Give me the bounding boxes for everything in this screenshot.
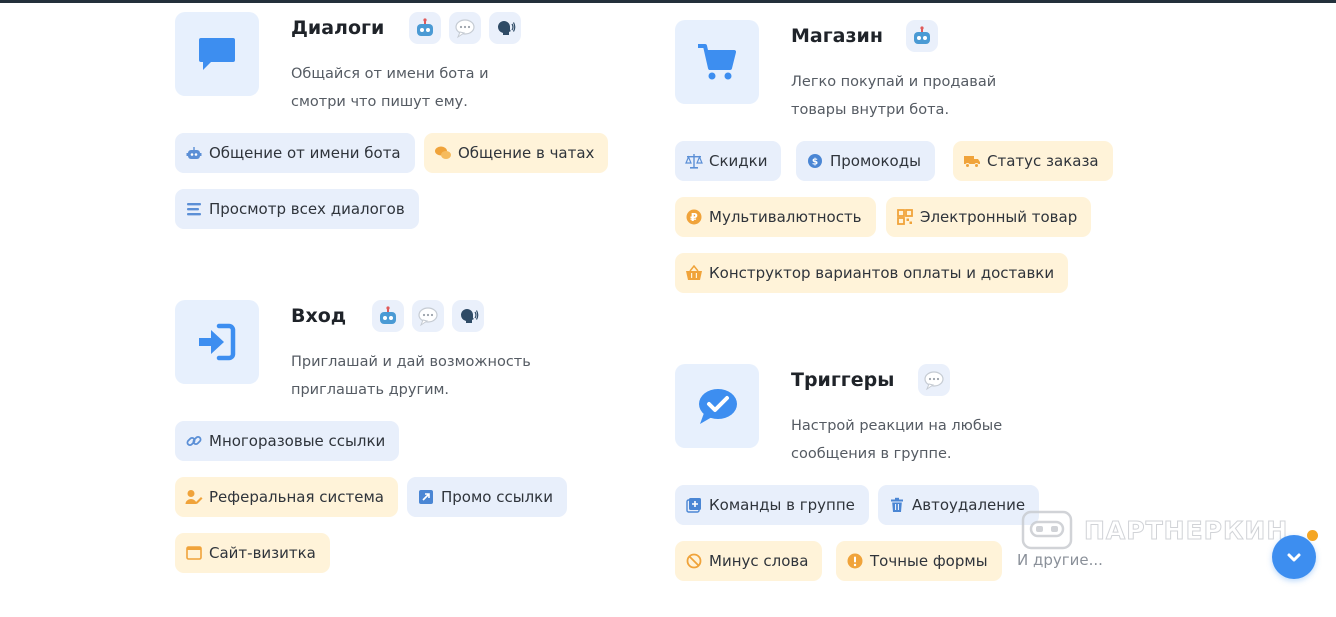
- truck-icon: [963, 152, 981, 170]
- chip-landing-page[interactable]: Сайт-визитка: [175, 533, 330, 573]
- dialogs-title: Диалоги: [291, 17, 385, 39]
- chat-bubble-icon: [449, 12, 481, 44]
- speaking-head-icon: [452, 300, 484, 332]
- chip-discounts[interactable]: Скидки: [675, 141, 782, 181]
- feature-dialogs: Диалоги Общайся от имени бота и смотри ч…: [175, 12, 615, 112]
- scroll-down-button[interactable]: [1272, 535, 1316, 579]
- dialogs-tile: [175, 12, 259, 96]
- plus-box-icon: [685, 496, 703, 514]
- chip-bot-messaging[interactable]: Общение от имени бота: [175, 133, 415, 173]
- notification-dot: [1307, 530, 1318, 541]
- chip-multicurrency[interactable]: ₽ Мультивалютность: [675, 197, 876, 237]
- qr-icon: [896, 208, 914, 226]
- shop-description: Легко покупай и продавай товары внутри б…: [791, 74, 997, 118]
- shop-tile: [675, 20, 759, 104]
- login-tile: [175, 300, 259, 384]
- chip-group-chats[interactable]: Общение в чатах: [424, 133, 609, 173]
- cart-icon: [698, 44, 736, 80]
- user-edit-icon: [185, 488, 203, 506]
- watermark: ПАРТНЕРКИН: [1020, 508, 1288, 552]
- chip-all-dialogs[interactable]: Просмотр всех диалогов: [175, 189, 419, 229]
- chip-referral-system[interactable]: Реферальная система: [175, 477, 398, 517]
- svg-text:₽: ₽: [690, 211, 698, 224]
- robot-icon: [409, 12, 441, 44]
- feature-triggers: Триггеры Настрой реакции на любые сообще…: [675, 364, 1115, 464]
- login-title: Вход: [291, 305, 347, 327]
- speech-bubble-icon: [199, 38, 235, 70]
- triggers-title: Триггеры: [791, 369, 895, 391]
- scales-icon: [685, 152, 703, 170]
- chip-promo-links[interactable]: Промо ссылки: [407, 477, 567, 517]
- chip-payment-delivery-builder[interactable]: Конструктор вариантов оплаты и доставки: [675, 253, 1069, 293]
- chat-bubble-icon: [918, 364, 950, 396]
- triggers-badges: [918, 364, 950, 396]
- login-description: Приглашай и дай возможность приглашать д…: [291, 354, 531, 398]
- alert-icon: [846, 552, 864, 570]
- shop-badges: [906, 20, 938, 52]
- chats-icon: [434, 144, 452, 162]
- shop-title: Магазин: [791, 25, 883, 47]
- ruble-icon: ₽: [685, 208, 703, 226]
- triggers-tile: [675, 364, 759, 448]
- login-badges: [372, 300, 484, 332]
- sign-in-icon: [199, 323, 236, 361]
- robot-icon: [185, 144, 203, 162]
- robot-icon: [372, 300, 404, 332]
- link-icon: [185, 432, 203, 450]
- feature-shop: Магазин Легко покупай и продавай товары …: [675, 20, 1115, 120]
- watermark-logo: [1021, 510, 1073, 550]
- chip-promocodes[interactable]: $ Промокоды: [796, 141, 935, 181]
- list-icon: [185, 200, 203, 218]
- external-link-icon: [417, 488, 435, 506]
- chip-order-status[interactable]: Статус заказа: [953, 141, 1113, 181]
- forbidden-icon: [685, 552, 703, 570]
- robot-icon: [906, 20, 938, 52]
- watermark-text: ПАРТНЕРКИН: [1083, 515, 1289, 545]
- svg-text:$: $: [812, 158, 818, 168]
- more-features-label: И другие...: [1017, 551, 1103, 569]
- chip-digital-goods[interactable]: Электронный товар: [886, 197, 1092, 237]
- chip-auto-delete[interactable]: Автоудаление: [878, 485, 1040, 525]
- dialogs-description: Общайся от имени бота и смотри что пишут…: [291, 66, 489, 110]
- triggers-description: Настрой реакции на любые сообщения в гру…: [791, 418, 1003, 462]
- chip-reusable-links[interactable]: Многоразовые ссылки: [175, 421, 400, 461]
- browser-window-icon: [185, 544, 203, 562]
- check-bubble-icon: [699, 389, 737, 424]
- dialogs-badges: [409, 12, 521, 44]
- top-border: [0, 0, 1336, 3]
- basket-icon: [685, 264, 703, 282]
- chip-group-commands[interactable]: Команды в группе: [675, 485, 869, 525]
- chip-exact-forms[interactable]: Точные формы: [836, 541, 1002, 581]
- chevron-down-icon: [1287, 553, 1301, 562]
- trash-icon: [888, 496, 906, 514]
- chip-minus-words[interactable]: Минус слова: [675, 541, 823, 581]
- speaking-head-icon: [489, 12, 521, 44]
- feature-login: Вход Приглашай и дай возможность приглаш…: [175, 300, 615, 400]
- chat-bubble-icon: [412, 300, 444, 332]
- coin-icon: $: [806, 152, 824, 170]
